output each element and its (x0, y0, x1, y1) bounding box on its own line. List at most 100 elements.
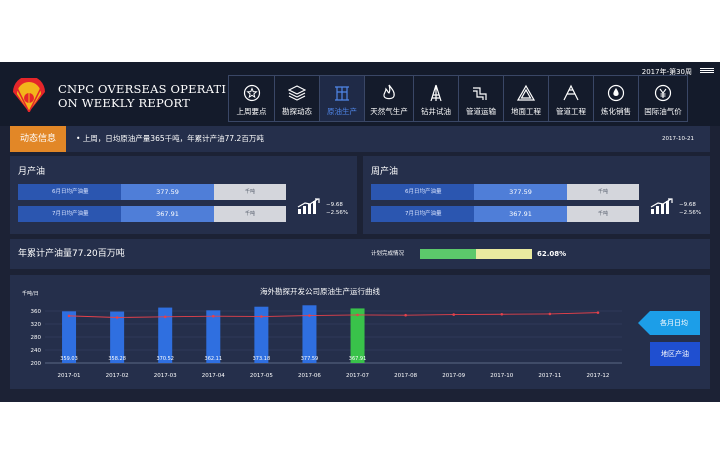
nav-label: 管道运输 (466, 107, 496, 116)
x-tick-label: 2017-01 (58, 373, 81, 379)
regional-production-button[interactable]: 地区产油 (650, 342, 700, 366)
nav-item-pipeline-transport[interactable]: 管道运输 (459, 76, 504, 121)
row-unit: 千吨 (214, 184, 286, 200)
x-tick-label: 2017-11 (538, 373, 561, 379)
bar-value-label: 359.03 (60, 356, 78, 362)
nav-item-pipeline-engineering[interactable]: 管道工程 (549, 76, 594, 121)
news-tag[interactable]: 动态信息 (10, 126, 66, 152)
change-values: −9.68 −2.56% (326, 201, 348, 217)
title-line-2: ON WEEKLY REPORT (58, 96, 191, 110)
trend-point (404, 313, 407, 317)
y-tick-label: 360 (31, 309, 42, 315)
yen-icon (654, 84, 672, 102)
monthly-panel: 月产油 6月日均产油量 377.59 千吨 7月日均产油量 367.91 千吨 … (10, 156, 357, 234)
panel-title: 周产油 (371, 167, 399, 177)
trend-chart-icon (297, 198, 320, 214)
change-abs: −9.68 (679, 202, 696, 208)
bar-value-label: 367.91 (349, 356, 367, 362)
trend-point (260, 315, 263, 318)
data-row: 7月日均产油量 367.91 千吨 (371, 206, 639, 222)
panel-title: 月产油 (18, 167, 46, 177)
x-tick-label: 2017-07 (346, 373, 369, 379)
app-title: CNPC OVERSEAS OPERATI ON WEEKLY REPORT (58, 82, 226, 110)
production-chart: 200 240 280 320 360 359.03 358.28 370.52 362.11 3… (31, 305, 622, 379)
news-text[interactable]: • 上周，日均原油产量365千吨，年累计产油77.2百万吨 (76, 126, 264, 152)
header: CNPC OVERSEAS OPERATI ON WEEKLY REPORT 2… (0, 62, 720, 126)
nav-label: 国际油气价 (644, 107, 682, 116)
x-tick-label: 2017-02 (106, 373, 129, 379)
x-tick-label: 2017-03 (154, 373, 177, 379)
layers-icon (288, 85, 306, 101)
flame-icon (383, 84, 395, 100)
x-tick-label: 2017-12 (586, 373, 609, 379)
row-unit: 千吨 (567, 184, 639, 200)
plan-progress-fill (420, 249, 476, 259)
row-value: 367.91 (121, 206, 214, 222)
main-nav: 上周要点 勘探动态 原油生产 天然气生产 钻井试油 管道运输 地面工程 管道工程… (228, 75, 688, 122)
nav-item-intl-prices[interactable]: 国际油气价 (639, 76, 687, 121)
trend-point (115, 316, 119, 319)
x-tick-label: 2017-05 (250, 373, 273, 379)
nav-item-weekly-highlights[interactable]: 上周要点 (229, 76, 275, 121)
trend-line (69, 312, 598, 318)
plan-label: 计划完成情况 (371, 251, 405, 257)
monthly-average-button[interactable]: 各月日均 (638, 311, 700, 335)
trend-point (596, 311, 600, 314)
plan-percent: 62.08% (537, 250, 567, 258)
trend-point (211, 314, 215, 318)
nav-item-crude-production[interactable]: 原油生产 (320, 76, 365, 121)
row-label: 7月日均产油量 (18, 206, 121, 222)
pipe-icon (473, 87, 487, 100)
data-row: 6月日均产油量 377.59 千吨 (371, 184, 639, 200)
drop-icon (607, 84, 625, 102)
nav-label: 管道工程 (556, 107, 586, 116)
y-tick-label: 240 (31, 348, 42, 354)
nav-item-refining-sales[interactable]: 炼化销售 (594, 76, 639, 121)
nav-label: 钻井试油 (421, 107, 451, 116)
annual-panel: 年累计产油量77.20百万吨 计划完成情况 62.08% (10, 239, 710, 269)
trend-chart-icon (650, 198, 673, 214)
weekly-panel: 周产油 6月日均产油量 377.59 千吨 7月日均产油量 367.91 千吨 … (363, 156, 710, 234)
news-date: 2017-10-21 (662, 136, 694, 142)
triangle-icon (517, 84, 535, 101)
plan-progress-bar (420, 249, 532, 259)
x-tick-label: 2017-08 (394, 373, 417, 379)
data-row: 6月日均产油量 377.59 千吨 (18, 184, 286, 200)
x-tick-label: 2017-09 (442, 373, 465, 379)
row-unit: 千吨 (214, 206, 286, 222)
y-tick-label: 280 (31, 335, 42, 341)
bar-value-label: 377.59 (301, 356, 319, 362)
bar-value-label: 358.28 (108, 356, 126, 362)
trend-point (452, 313, 456, 316)
row-value: 377.59 (121, 184, 214, 200)
trend-point (500, 312, 504, 316)
nav-label: 炼化销售 (601, 107, 631, 116)
row-label: 7月日均产油量 (371, 206, 474, 222)
menu-icon[interactable] (700, 67, 714, 75)
row-value: 367.91 (474, 206, 567, 222)
nav-label: 原油生产 (327, 107, 357, 116)
y-tick-label: 200 (31, 361, 42, 367)
nav-item-drilling[interactable]: 钻井试油 (414, 76, 459, 121)
trend-point (163, 315, 167, 319)
nav-item-gas-production[interactable]: 天然气生产 (365, 76, 414, 121)
trend-point (308, 314, 311, 317)
news-bar: 动态信息 • 上周，日均原油产量365千吨，年累计产油77.2百万吨 2017-… (10, 126, 710, 152)
change-abs: −9.68 (326, 202, 343, 208)
bar (350, 308, 365, 363)
change-values: −9.68 −2.56% (679, 201, 701, 217)
bar (254, 306, 269, 363)
row-label: 6月日均产油量 (18, 184, 121, 200)
nav-item-surface-engineering[interactable]: 地面工程 (504, 76, 549, 121)
nav-label: 勘探动态 (282, 107, 312, 116)
x-tick-label: 2017-10 (490, 373, 513, 379)
change-pct: −2.56% (679, 210, 702, 216)
trend-point (356, 313, 359, 317)
y-tick-label: 320 (31, 322, 42, 328)
nav-item-exploration[interactable]: 勘探动态 (275, 76, 320, 121)
row-value: 377.59 (474, 184, 567, 200)
bar-value-label: 362.11 (205, 356, 223, 362)
nav-label: 上周要点 (236, 107, 267, 116)
star-icon (243, 84, 260, 102)
data-row: 7月日均产油量 367.91 千吨 (18, 206, 286, 222)
